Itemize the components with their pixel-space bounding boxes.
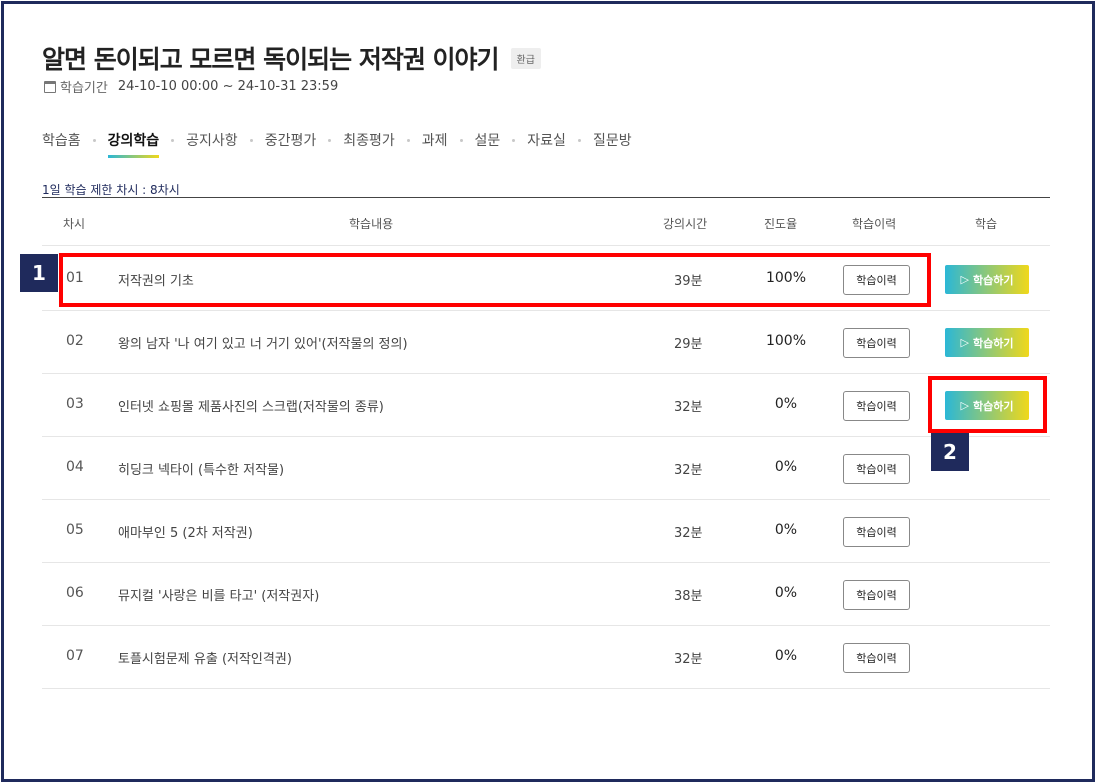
row-title: 인터넷 쇼핑몰 제품사진의 스크랩(저작물의 종류) — [118, 400, 384, 415]
table-header: 차시 학습내용 강의시간 진도율 학습이력 학습 — [42, 200, 1050, 246]
history-button[interactable]: 학습이력 — [843, 454, 910, 484]
row-progress: 0% — [774, 585, 798, 601]
row-progress: 0% — [774, 459, 798, 475]
row-number: 05 — [66, 522, 84, 538]
table-row: 05 애마부인 5 (2차 저작권) 32분 0% 학습이력 — [42, 500, 1050, 563]
tab-separator — [328, 138, 332, 142]
row-number: 03 — [66, 396, 84, 412]
tab-separator — [459, 138, 463, 142]
study-button[interactable]: ▷ 학습하기 — [945, 328, 1029, 357]
tab-midterm[interactable]: 중간평가 — [265, 130, 317, 158]
header-history: 학습이력 — [852, 217, 897, 231]
row-progress: 0% — [774, 522, 798, 538]
row-title: 왕의 남자 '나 여기 있고 너 거기 있어'(저작물의 정의) — [118, 337, 408, 352]
course-tabs: 학습홈 강의학습 공지사항 중간평가 최종평가 과제 설문 자료실 질문방 — [42, 130, 632, 158]
highlight-box-row-1 — [59, 253, 931, 307]
row-title: 토플시험문제 유출 (저작인격권) — [118, 652, 292, 667]
play-icon: ▷ — [960, 336, 969, 349]
tab-notices[interactable]: 공지사항 — [186, 130, 238, 158]
tab-home[interactable]: 학습홈 — [42, 130, 81, 158]
row-progress: 0% — [774, 396, 798, 412]
tab-qna[interactable]: 질문방 — [593, 130, 632, 158]
tab-resources[interactable]: 자료실 — [527, 130, 566, 158]
highlight-box-study-button — [928, 376, 1047, 433]
history-button[interactable]: 학습이력 — [843, 328, 910, 358]
header-no: 차시 — [63, 217, 86, 231]
header-content: 학습내용 — [349, 217, 394, 231]
course-title: 알면 돈이되고 모르면 독이되는 저작권 이야기 — [42, 45, 500, 74]
step-marker-1: 1 — [20, 254, 58, 292]
row-number: 07 — [66, 648, 84, 664]
row-title: 애마부인 5 (2차 저작권) — [118, 526, 253, 541]
history-button[interactable]: 학습이력 — [843, 580, 910, 610]
history-button[interactable]: 학습이력 — [843, 517, 910, 547]
play-icon: ▷ — [960, 273, 969, 286]
study-button-label: 학습하기 — [972, 336, 1014, 350]
period-label: 학습기간 — [60, 81, 108, 96]
table-row: 06 뮤지컬 '사랑은 비를 타고' (저작권자) 38분 0% 학습이력 — [42, 563, 1050, 626]
tab-separator — [406, 138, 410, 142]
period-value: 24-10-10 00:00 ~ 24-10-31 23:59 — [117, 79, 339, 94]
tab-lectures[interactable]: 강의학습 — [107, 130, 159, 158]
row-duration: 29분 — [674, 337, 703, 352]
tab-separator — [512, 138, 516, 142]
table-top-rule — [42, 197, 1050, 198]
tab-final-exam[interactable]: 최종평가 — [343, 130, 395, 158]
table-row: 02 왕의 남자 '나 여기 있고 너 거기 있어'(저작물의 정의) 29분 … — [42, 311, 1050, 374]
daily-limit-notice: 1일 학습 제한 차시 : 8차시 — [42, 183, 180, 197]
row-duration: 32분 — [674, 652, 703, 667]
step-marker-2: 2 — [931, 433, 969, 471]
row-title: 히딩크 넥타이 (특수한 저작물) — [118, 463, 285, 478]
row-title: 뮤지컬 '사랑은 비를 타고' (저작권자) — [118, 589, 320, 604]
row-number: 02 — [66, 333, 84, 349]
table-row: 07 토플시험문제 유출 (저작인격권) 32분 0% 학습이력 — [42, 626, 1050, 689]
refund-badge: 환급 — [510, 47, 541, 69]
history-button[interactable]: 학습이력 — [843, 643, 910, 673]
tab-separator — [171, 138, 175, 142]
tab-separator — [577, 138, 581, 142]
header-time: 강의시간 — [663, 217, 708, 231]
row-number: 06 — [66, 585, 84, 601]
course-header: 알면 돈이되고 모르면 독이되는 저작권 이야기 환급 — [42, 40, 541, 76]
row-duration: 32분 — [674, 400, 703, 415]
study-period: 학습기간 24-10-10 00:00 ~ 24-10-31 23:59 — [44, 77, 338, 96]
tab-survey[interactable]: 설문 — [475, 130, 501, 158]
study-button[interactable]: ▷ 학습하기 — [945, 265, 1029, 294]
table-row: 04 히딩크 넥타이 (특수한 저작물) 32분 0% 학습이력 — [42, 437, 1050, 500]
header-progress: 진도율 — [764, 217, 798, 231]
tab-separator — [92, 138, 96, 142]
row-duration: 32분 — [674, 463, 703, 478]
row-progress: 0% — [774, 648, 798, 664]
header-study: 학습 — [975, 217, 998, 231]
tab-assignments[interactable]: 과제 — [422, 130, 448, 158]
tab-separator — [249, 138, 253, 142]
study-button-label: 학습하기 — [972, 273, 1014, 287]
row-progress: 100% — [765, 333, 807, 349]
calendar-icon — [44, 80, 56, 93]
table-row: 03 인터넷 쇼핑몰 제품사진의 스크랩(저작물의 종류) 32분 0% 학습이… — [42, 374, 1050, 437]
row-duration: 32분 — [674, 526, 703, 541]
row-duration: 38분 — [674, 589, 703, 604]
history-button[interactable]: 학습이력 — [843, 391, 910, 421]
row-number: 04 — [66, 459, 84, 475]
